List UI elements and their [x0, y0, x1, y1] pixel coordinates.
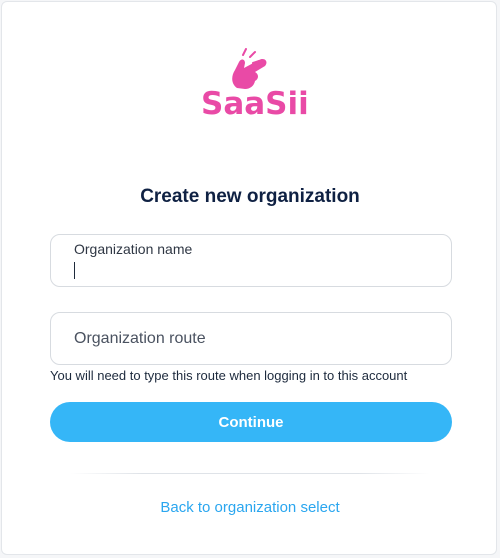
- organization-name-label: Organization name: [74, 241, 193, 257]
- organization-route-field[interactable]: [50, 312, 452, 365]
- logo-wordmark: SaaSii: [201, 86, 309, 122]
- text-cursor: [74, 262, 75, 279]
- page-title: Create new organization: [140, 186, 360, 207]
- back-to-organization-select-link[interactable]: Back to organization select: [2, 499, 498, 516]
- route-hint: You will need to type this route when lo…: [50, 368, 408, 383]
- continue-button[interactable]: Continue: [50, 402, 452, 442]
- organization-name-field[interactable]: Organization name: [50, 234, 452, 287]
- divider: [70, 473, 430, 474]
- organization-route-input[interactable]: [51, 313, 451, 364]
- saasii-logo: SaaSii: [201, 48, 309, 126]
- create-organization-card: SaaSii Create new organization Organizat…: [1, 1, 497, 555]
